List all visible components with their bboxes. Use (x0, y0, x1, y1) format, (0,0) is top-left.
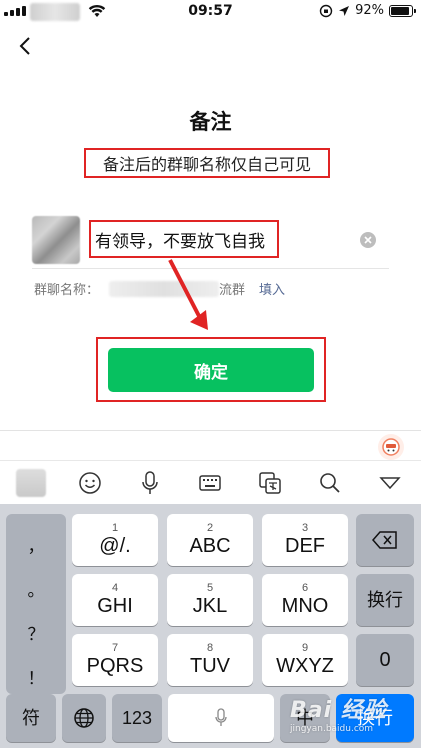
key-7[interactable]: 7 PQRS (72, 634, 158, 686)
translate-button[interactable] (255, 469, 285, 497)
number-mode-key[interactable]: 123 (112, 694, 162, 742)
keyboard-icon (199, 475, 221, 491)
backspace-icon (372, 531, 397, 549)
annotation-arrow (168, 259, 208, 330)
translate-icon (259, 472, 281, 494)
globe-key[interactable] (62, 694, 106, 742)
triangle-down-icon (379, 477, 401, 490)
key-2[interactable]: 2 ABC (167, 514, 253, 566)
key-8[interactable]: 8 TUV (167, 634, 253, 686)
status-bar: 09:57 92% (0, 0, 421, 24)
punct-comma[interactable]: ， (6, 532, 66, 557)
status-right-group: 92% (319, 3, 416, 18)
key-3[interactable]: 3 DEF (262, 514, 348, 566)
search-icon (320, 473, 340, 493)
battery-percent: 92% (355, 3, 384, 18)
punct-period[interactable]: 。 (6, 576, 66, 601)
globe-icon (74, 708, 94, 728)
chevron-left-icon (19, 37, 30, 55)
close-icon (364, 236, 372, 244)
page-subtitle: 备注后的群聊名称仅自己可见 (84, 148, 330, 178)
search-button[interactable] (315, 469, 345, 497)
voice-button[interactable] (135, 469, 165, 497)
emoji-button[interactable] (75, 469, 105, 497)
group-name-suffix: 流群 (219, 283, 246, 298)
input-method-logo-icon[interactable] (378, 434, 404, 460)
confirm-highlight: 确定 (96, 337, 326, 402)
remark-input[interactable]: 有领导，不要放飞自我 (89, 220, 279, 258)
delete-key[interactable] (356, 514, 414, 566)
clear-input-button[interactable] (360, 232, 376, 248)
battery-icon (389, 4, 416, 17)
key-6[interactable]: 6 MNO (262, 574, 348, 626)
page-title: 备注 (189, 110, 232, 134)
toolbar-blurred-item[interactable] (16, 469, 46, 497)
space-key[interactable] (168, 694, 274, 742)
orientation-lock-icon (319, 4, 333, 17)
key-9[interactable]: 9 WXYZ (262, 634, 348, 686)
key-0[interactable]: 0 (356, 634, 414, 686)
microphone-small-icon (215, 708, 227, 726)
keyboard-switch-button[interactable] (195, 469, 225, 497)
location-icon (339, 5, 350, 16)
confirm-button[interactable]: 确定 (108, 348, 314, 392)
fill-in-link[interactable]: 填入 (259, 279, 285, 298)
key-5[interactable]: 5 JKL (167, 574, 253, 626)
symbol-key[interactable]: 符 (6, 694, 56, 742)
collapse-keyboard-button[interactable] (375, 469, 405, 497)
punct-question[interactable]: ？ (6, 620, 66, 645)
key-4[interactable]: 4 GHI (72, 574, 158, 626)
key-1[interactable]: 1 @/. (72, 514, 158, 566)
group-avatar (32, 216, 80, 264)
keyboard-toolbar (0, 460, 421, 504)
back-button[interactable] (14, 34, 38, 58)
remark-input-value: 有领导，不要放飞自我 (95, 231, 265, 252)
newline-key[interactable]: 换行 (356, 574, 414, 626)
punct-exclaim[interactable]: ！ (6, 664, 66, 689)
smiley-icon (79, 472, 101, 494)
subtitle-text: 备注后的群聊名称仅自己可见 (102, 155, 311, 174)
baidu-watermark: Bai 经验 jingyan.baidu.com (290, 698, 387, 734)
microphone-icon (142, 471, 158, 494)
keyboard-separator (0, 430, 421, 431)
punctuation-column[interactable]: ， 。 ？ ！ (6, 514, 66, 694)
group-name-label: 群聊名称： (34, 283, 100, 298)
